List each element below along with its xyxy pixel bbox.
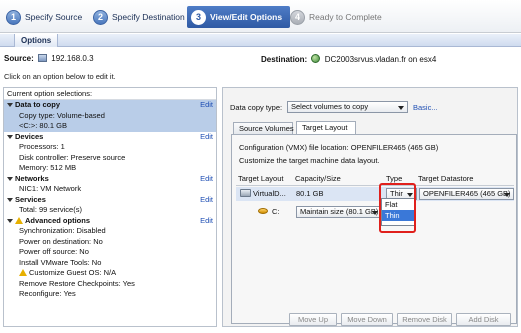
step-label: Specify Source	[25, 12, 83, 22]
customize-text: Customize the target machine data layout…	[239, 156, 380, 165]
datastore-select[interactable]: OPENFILER465 (465 GB)	[419, 188, 514, 200]
section-services[interactable]: Services Edit Total: 99 service(s)	[4, 195, 216, 216]
option-item: Power off source: No	[19, 247, 89, 256]
config-file-label: Configuration (VMX) file location: OPENF…	[239, 143, 438, 152]
vdisk-name-text: VirtualD...	[253, 189, 286, 198]
option-item-text: Customize Guest OS: N/A	[29, 268, 117, 277]
move-down-button[interactable]: Move Down	[341, 313, 393, 326]
volume-size-value: Maintain size (80.1 GB)	[300, 207, 379, 216]
section-data-to-copy[interactable]: Data to copy Edit Copy type: Volume-base…	[4, 100, 216, 132]
volume-row[interactable]: C: Maintain size (80.1 GB)	[236, 205, 514, 219]
edit-link[interactable]: Edit	[200, 174, 213, 185]
section-devices[interactable]: Devices Edit Processors: 1 Disk controll…	[4, 132, 216, 174]
section-title: Devices	[7, 132, 216, 143]
step-label: Ready to Complete	[309, 12, 382, 22]
option-item: NIC1: VM Network	[19, 184, 82, 193]
vdisk-size: 80.1 GB	[296, 189, 324, 198]
section-title: Services	[7, 195, 216, 206]
hint-text: Click on an option below to edit it.	[4, 72, 116, 81]
column-capacity-size[interactable]: Capacity/Size	[295, 174, 341, 184]
copy-type-label: Data copy type:	[230, 103, 283, 112]
option-item: Customize Guest OS: N/A	[15, 268, 216, 279]
option-item: Disk controller: Preserve source	[19, 152, 126, 162]
section-title: Data to copy	[7, 100, 216, 111]
option-item: Memory: 512 MB	[19, 163, 77, 172]
copy-type-select[interactable]: Select volumes to copy	[287, 101, 408, 113]
section-title: Networks	[7, 174, 216, 185]
datastore-value: OPENFILER465 (465 GB)	[423, 189, 511, 198]
step-number: 4	[290, 9, 305, 25]
panel-header: Current option selections:	[4, 88, 216, 100]
move-up-button[interactable]: Move Up	[289, 313, 337, 326]
step-ready-to-complete[interactable]: 4 Ready to Complete	[290, 7, 382, 27]
step-label: Specify Destination	[112, 12, 185, 22]
option-item: Remove Restore Checkpoints: Yes	[19, 278, 135, 288]
volume-name: C:	[258, 207, 280, 216]
wizard-steps: 1 Specify Source 2 Specify Destination 3…	[0, 0, 521, 33]
step-label: View/Edit Options	[210, 12, 283, 22]
vdisk-name: VirtualD...	[240, 189, 286, 198]
step-number: 2	[93, 9, 108, 25]
step-specify-destination[interactable]: 2 Specify Destination	[93, 7, 185, 27]
option-item: Install VMware Tools: No	[19, 257, 102, 267]
section-title: Advanced options	[7, 215, 216, 227]
add-disk-button[interactable]: Add Disk	[456, 313, 511, 326]
edit-link[interactable]: Edit	[200, 195, 213, 206]
target-layout-panel: Configuration (VMX) file location: OPENF…	[231, 134, 517, 324]
edit-link[interactable]: Edit	[200, 132, 213, 143]
volume-name-text: C:	[272, 207, 280, 216]
column-target-datastore[interactable]: Target Datastore	[418, 174, 473, 184]
chevron-down-icon	[398, 106, 404, 110]
destination-line: Destination: DC2003srvus.vladan.fr on es…	[261, 54, 436, 64]
source-line: Source: 192.168.0.3	[4, 54, 94, 63]
basic-link[interactable]: Basic...	[413, 103, 438, 112]
destination-label: Destination:	[261, 55, 308, 64]
edit-panel: Data copy type: Select volumes to copy B…	[222, 87, 518, 327]
destination-value: DC2003srvus.vladan.fr on esx4	[324, 55, 437, 64]
section-networks[interactable]: Networks Edit NIC1: VM Network	[4, 174, 216, 195]
option-selections-panel: Current option selections: Data to copy …	[3, 87, 217, 327]
warning-icon	[15, 216, 23, 224]
options-bar: Options	[0, 34, 521, 47]
option-item: Copy type: Volume-based	[19, 110, 105, 120]
header-divider	[236, 185, 514, 186]
section-advanced-options[interactable]: Advanced options Edit Synchronization: D…	[4, 216, 216, 300]
volume-icon	[258, 208, 268, 214]
tab-target-layout[interactable]: Target Layout	[296, 121, 356, 135]
options-tab[interactable]: Options	[14, 34, 59, 47]
option-item: Reconfigure: Yes	[19, 289, 76, 298]
edit-link[interactable]: Edit	[200, 216, 213, 227]
option-item: Total: 99 service(s)	[19, 205, 82, 214]
option-item: Power on destination: No	[19, 236, 103, 246]
copy-type-value: Select volumes to copy	[291, 102, 369, 111]
warning-icon	[19, 269, 27, 276]
step-specify-source[interactable]: 1 Specify Source	[6, 7, 82, 27]
option-item: <C:>: 80.1 GB	[19, 121, 67, 130]
volume-size-select[interactable]: Maintain size (80.1 GB)	[296, 206, 382, 218]
source-value: 192.168.0.3	[51, 54, 94, 63]
option-item: Synchronization: Disabled	[19, 226, 106, 235]
option-item: Processors: 1	[19, 142, 65, 151]
column-target-layout[interactable]: Target Layout	[238, 174, 283, 184]
step-number: 3	[191, 9, 206, 25]
highlight-box	[379, 183, 416, 233]
source-label: Source:	[4, 54, 34, 63]
step-view-edit-options[interactable]: 3 View/Edit Options	[187, 6, 291, 28]
config-file-label-text: Configuration (VMX) file location:	[239, 143, 349, 152]
vm-icon	[311, 54, 321, 63]
step-number: 1	[6, 9, 21, 25]
chevron-down-icon	[504, 193, 510, 197]
section-title-text: Advanced options	[25, 215, 91, 225]
edit-link[interactable]: Edit	[200, 100, 213, 111]
config-file-value: OPENFILER465 (465 GB)	[350, 143, 439, 152]
chevron-down-icon	[372, 211, 378, 215]
remove-disk-button[interactable]: Remove Disk	[397, 313, 452, 326]
disk-icon	[240, 189, 251, 197]
virtual-disk-row[interactable]: VirtualD... 80.1 GB Thir OPENFILER465 (4…	[236, 187, 514, 201]
computer-icon	[38, 54, 48, 62]
